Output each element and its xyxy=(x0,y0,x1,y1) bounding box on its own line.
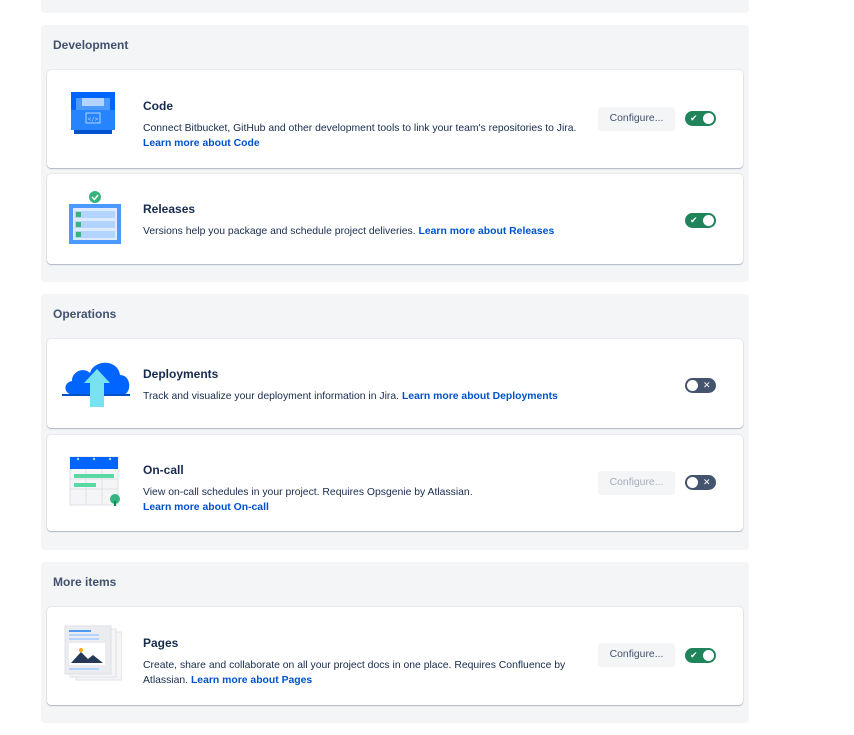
code-description: Connect Bitbucket, GitHub and other deve… xyxy=(143,121,593,151)
code-configure-button[interactable]: Configure... xyxy=(598,107,675,131)
code-title: Code xyxy=(143,99,173,113)
section-title-more-items: More items xyxy=(53,575,117,589)
oncall-description-text: View on-call schedules in your project. … xyxy=(143,487,473,498)
releases-checklist-icon xyxy=(62,190,122,250)
cloud-upload-icon xyxy=(60,353,132,413)
check-icon: ✔ xyxy=(690,215,698,225)
toggle-knob xyxy=(687,380,698,391)
releases-title: Releases xyxy=(143,202,196,216)
calendar-schedule-icon xyxy=(62,455,122,515)
learn-more-oncall-link[interactable]: Learn more about On-call xyxy=(143,502,269,513)
oncall-title: On-call xyxy=(143,463,184,477)
pages-description: Create, share and collaborate on all you… xyxy=(143,658,593,688)
card-pages: Pages Create, share and collaborate on a… xyxy=(47,607,743,705)
deployments-title: Deployments xyxy=(143,367,219,381)
deployments-description-text: Track and visualize your deployment info… xyxy=(143,391,400,402)
pages-toggle[interactable]: ✔ xyxy=(685,648,716,663)
card-code: </> Code Connect Bitbucket, GitHub and o… xyxy=(47,70,743,168)
cross-icon: ✕ xyxy=(703,477,711,487)
code-toggle[interactable]: ✔ xyxy=(685,111,716,126)
releases-toggle[interactable]: ✔ xyxy=(685,213,716,228)
toggle-knob xyxy=(703,650,714,661)
deployments-card-body: Deployments Track and visualize your dep… xyxy=(143,366,593,404)
check-icon: ✔ xyxy=(690,650,698,660)
code-card-body: Code Connect Bitbucket, GitHub and other… xyxy=(143,98,593,151)
deployments-toggle[interactable]: ✕ xyxy=(685,378,716,393)
toggle-knob xyxy=(703,113,714,124)
learn-more-releases-link[interactable]: Learn more about Releases xyxy=(419,226,555,237)
code-repository-icon: </> xyxy=(62,88,122,148)
toggle-knob xyxy=(703,215,714,226)
oncall-toggle[interactable]: ✕ xyxy=(685,475,716,490)
section-operations: Operations Deployments Track and visuali… xyxy=(41,294,749,550)
pages-title: Pages xyxy=(143,636,179,650)
pages-configure-button[interactable]: Configure... xyxy=(598,643,675,667)
learn-more-code-link[interactable]: Learn more about Code xyxy=(143,138,260,149)
deployments-description: Track and visualize your deployment info… xyxy=(143,389,593,404)
svg-text:</>: </> xyxy=(88,116,99,123)
oncall-description: View on-call schedules in your project. … xyxy=(143,485,593,515)
releases-description-text: Versions help you package and schedule p… xyxy=(143,226,416,237)
pages-documents-icon xyxy=(62,624,123,684)
section-development: Development </> Code Connect Bitbucket, … xyxy=(41,25,749,282)
card-oncall: On-call View on-call schedules in your p… xyxy=(47,435,743,531)
section-partial-top xyxy=(41,0,749,13)
cross-icon: ✕ xyxy=(703,380,711,390)
toggle-knob xyxy=(687,477,698,488)
releases-description: Versions help you package and schedule p… xyxy=(143,224,593,239)
card-releases: Releases Versions help you package and s… xyxy=(47,174,743,264)
section-title-development: Development xyxy=(53,38,129,52)
oncall-card-body: On-call View on-call schedules in your p… xyxy=(143,462,593,515)
section-more-items: More items Pages Create, share and colla… xyxy=(41,562,749,723)
card-deployments: Deployments Track and visualize your dep… xyxy=(47,339,743,428)
code-description-text: Connect Bitbucket, GitHub and other deve… xyxy=(143,123,577,134)
check-icon: ✔ xyxy=(690,113,698,123)
section-title-operations: Operations xyxy=(53,307,117,321)
pages-card-body: Pages Create, share and collaborate on a… xyxy=(143,635,593,688)
releases-card-body: Releases Versions help you package and s… xyxy=(143,201,593,239)
learn-more-pages-link[interactable]: Learn more about Pages xyxy=(191,675,312,686)
oncall-configure-button[interactable]: Configure... xyxy=(598,471,675,495)
learn-more-deployments-link[interactable]: Learn more about Deployments xyxy=(402,391,558,402)
